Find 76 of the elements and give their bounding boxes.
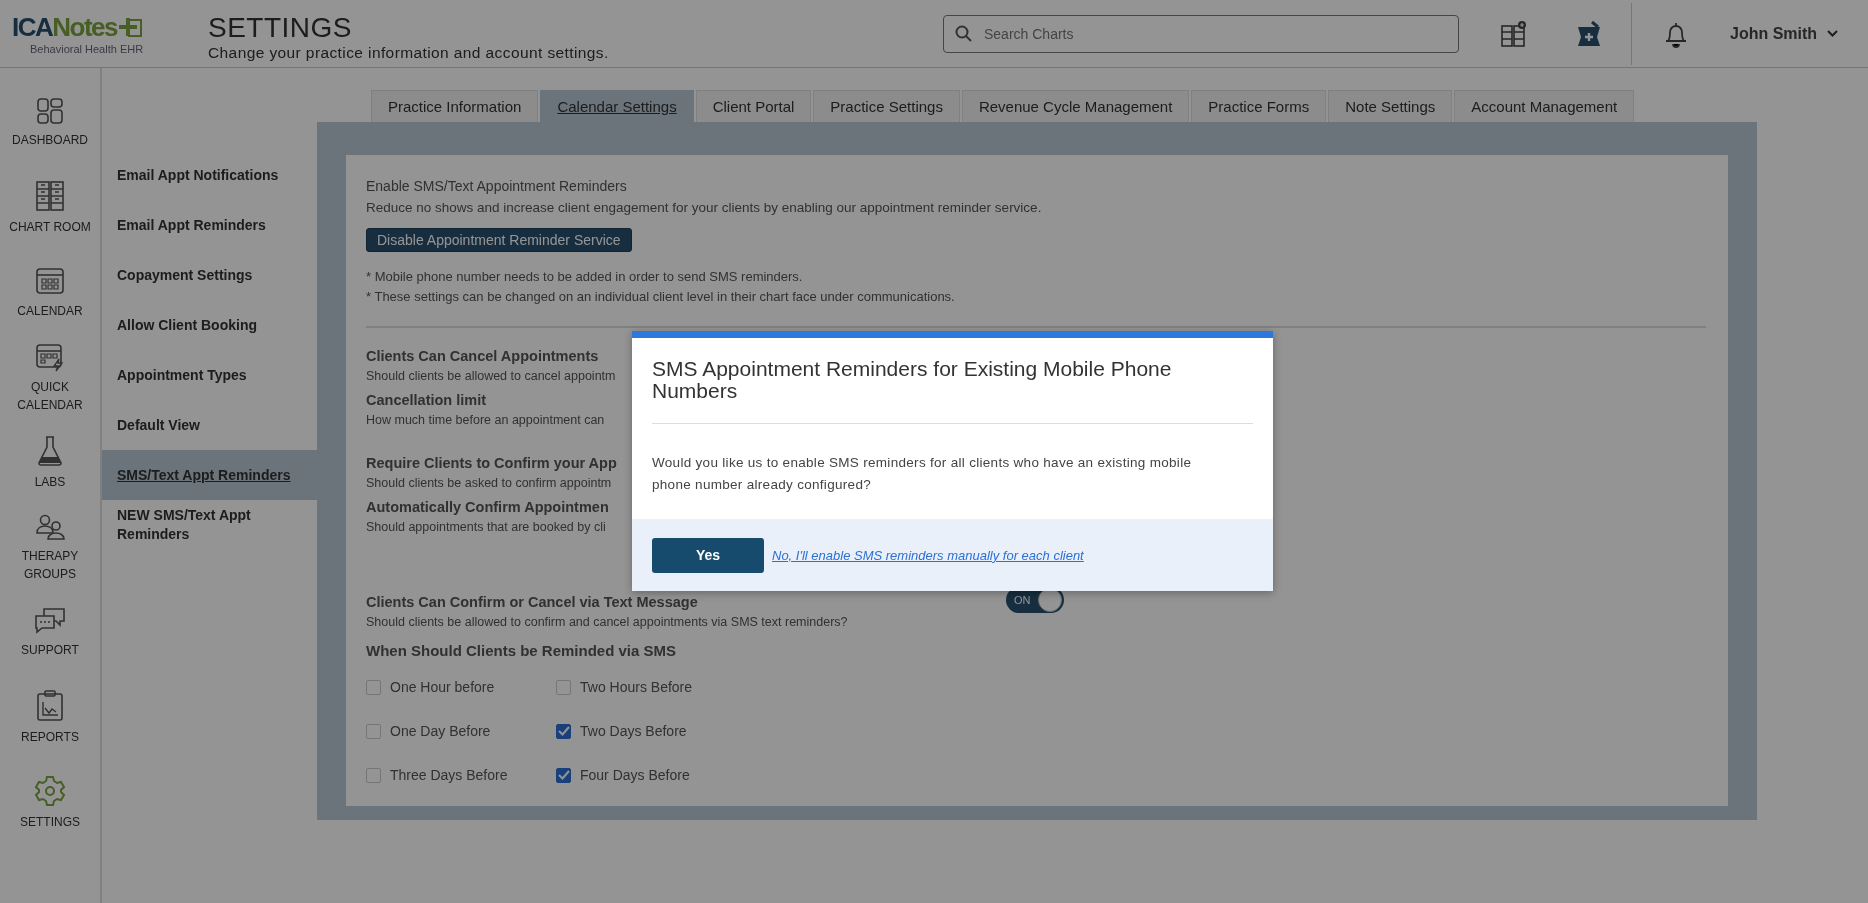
tab[interactable]: Practice Forms	[1191, 90, 1327, 122]
reminder-checkbox[interactable]: Two Days Before	[556, 723, 756, 739]
file-cabinet-icon	[35, 179, 65, 212]
setting-title: Require Clients to Confirm your App	[366, 455, 617, 471]
cabinet-plus-icon[interactable]	[1501, 19, 1527, 48]
logo-text: ICA	[12, 12, 53, 43]
disable-service-button[interactable]: Disable Appointment Reminder Service	[366, 228, 632, 252]
submenu-item[interactable]: Default View	[102, 400, 317, 450]
nav-item[interactable]: SETTINGS	[0, 760, 100, 845]
tab[interactable]: Client Portal	[695, 90, 812, 122]
submenu-item[interactable]: Copayment Settings	[102, 250, 317, 300]
section-title: Enable SMS/Text Appointment Reminders	[366, 178, 628, 194]
page-subtitle: Change your practice information and account settings.	[208, 43, 610, 62]
tab[interactable]: Practice Settings	[813, 90, 960, 122]
tab[interactable]: Account Management	[1454, 90, 1635, 122]
calendar-icon	[35, 265, 65, 296]
page-title: SETTINGS	[208, 11, 353, 44]
chevron-down-icon	[1827, 29, 1839, 38]
logo-text: Notes	[52, 12, 118, 43]
mortar-plus-icon[interactable]	[1575, 19, 1603, 48]
search-field[interactable]: Search Charts	[943, 14, 1459, 53]
nav-item[interactable]: THERAPY GROUPS	[0, 505, 100, 590]
submenu-item[interactable]: SMS/Text Appt Reminders	[102, 450, 317, 500]
setting-title: Clients Can Confirm or Cancel via Text Message	[366, 594, 698, 610]
submenu-item[interactable]: Email Appt Notifications	[102, 150, 317, 200]
user-menu[interactable]: John Smith	[1730, 24, 1839, 43]
nav-item[interactable]: LABS	[0, 420, 100, 505]
tab[interactable]: Practice Information	[371, 90, 539, 122]
submenu-item[interactable]: Appointment Types	[102, 350, 317, 400]
checkmark-icon	[557, 726, 570, 736]
reminder-checkbox[interactable]: One Hour before	[366, 679, 556, 695]
setting-title: Cancellation limit	[366, 392, 487, 408]
checkbox[interactable]	[556, 723, 571, 739]
grid-icon	[36, 96, 64, 125]
nav-item[interactable]: CHART ROOM	[0, 165, 100, 250]
tab[interactable]: Revenue Cycle Management	[961, 90, 1190, 122]
nav-item[interactable]: CALENDAR	[0, 250, 100, 335]
flask-icon	[37, 434, 63, 467]
logo-tagline: Behavioral Health EHR	[29, 43, 145, 55]
submenu-item[interactable]: Allow Client Booking	[102, 300, 317, 350]
checkmark-icon	[557, 770, 570, 780]
setting-description: Should appointments that are booked by cli	[366, 520, 606, 534]
submenu-item[interactable]: NEW SMS/Text Appt Reminders	[102, 500, 317, 550]
setting-description: Should clients be allowed to confirm and cancel appointments via SMS text reminders?	[366, 615, 848, 629]
footnote: * These settings can be changed on an individual client level in their chart face under communications.	[366, 289, 956, 304]
tab[interactable]: Calendar Settings	[540, 90, 694, 122]
settings-icon	[34, 774, 66, 807]
nav-item[interactable]: DASHBOARD	[0, 80, 100, 165]
setting-title: Automatically Confirm Appointmen	[366, 499, 609, 515]
reminder-checkbox[interactable]: Four Days Before	[556, 767, 756, 783]
people-icon	[35, 512, 65, 541]
decline-link[interactable]: No, I'll enable SMS reminders manually for each client	[772, 547, 1084, 563]
search-icon	[955, 24, 973, 43]
tab[interactable]: Note Settings	[1328, 90, 1453, 122]
nav-item[interactable]: REPORTS	[0, 675, 100, 760]
setting-title: When Should Clients be Reminded via SMS	[366, 642, 677, 659]
setting-description: How much time before an appointment can	[366, 413, 605, 427]
reminder-checkbox[interactable]: Two Hours Before	[556, 679, 756, 695]
setting-description: Should clients be allowed to cancel appointm	[366, 369, 616, 383]
plus-document-icon	[117, 15, 144, 40]
section-description: Reduce no shows and increase client engagement for your clients by enabling our appointment reminder service.	[366, 200, 1043, 215]
clipboard-chart-icon	[36, 689, 64, 722]
setting-description: Should clients be asked to confirm appointm	[366, 476, 612, 490]
checkbox[interactable]	[556, 767, 571, 783]
chat-bubbles-icon	[34, 606, 66, 635]
calendar-bolt-icon	[35, 341, 65, 372]
reminder-checkbox[interactable]: One Day Before	[366, 723, 556, 739]
reminder-checkbox[interactable]: Three Days Before	[366, 767, 556, 783]
footnote: * Mobile phone number needs to be added in order to send SMS reminders.	[366, 269, 804, 284]
modal-title: SMS Appointment Reminders for Existing Mobile Phone Numbers	[652, 358, 1173, 403]
nav-item[interactable]: SUPPORT	[0, 590, 100, 675]
yes-button[interactable]: Yes	[652, 537, 764, 573]
modal-message: Would you like us to enable SMS reminders for all clients who have an existing mobile phone number already configured?	[652, 454, 1193, 494]
setting-title: Clients Can Cancel Appointments	[366, 348, 599, 364]
submenu-item[interactable]: Email Appt Reminders	[102, 200, 317, 250]
nav-item[interactable]: QUICK CALENDAR	[0, 335, 100, 420]
